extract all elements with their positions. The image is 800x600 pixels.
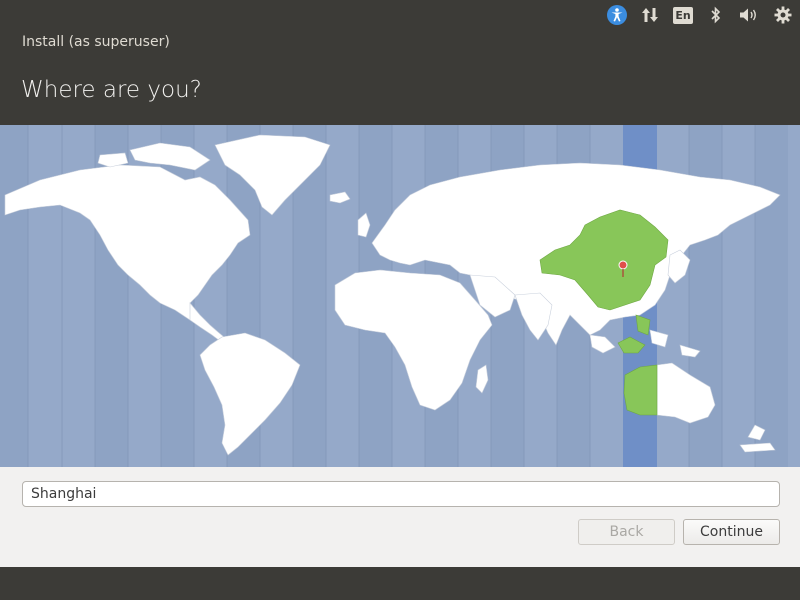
- volume-icon[interactable]: [738, 4, 760, 26]
- continue-button[interactable]: Continue: [683, 519, 780, 545]
- bluetooth-icon[interactable]: [705, 4, 727, 26]
- system-gear-icon[interactable]: [772, 4, 794, 26]
- timezone-map[interactable]: [0, 125, 800, 467]
- accessibility-icon[interactable]: [606, 4, 628, 26]
- page-title: Where are you?: [21, 77, 202, 103]
- back-button[interactable]: Back: [578, 519, 675, 545]
- window-title: Install (as superuser): [22, 34, 170, 50]
- location-input[interactable]: [22, 481, 780, 507]
- network-updown-icon[interactable]: [639, 4, 661, 26]
- installer-window: Install (as superuser) Where are you? Sh…: [0, 30, 800, 600]
- top-panel: En: [0, 0, 800, 30]
- keyboard-language-indicator[interactable]: En: [673, 7, 693, 24]
- content-area: Back Continue: [0, 125, 800, 567]
- bottom-bar: [0, 567, 800, 600]
